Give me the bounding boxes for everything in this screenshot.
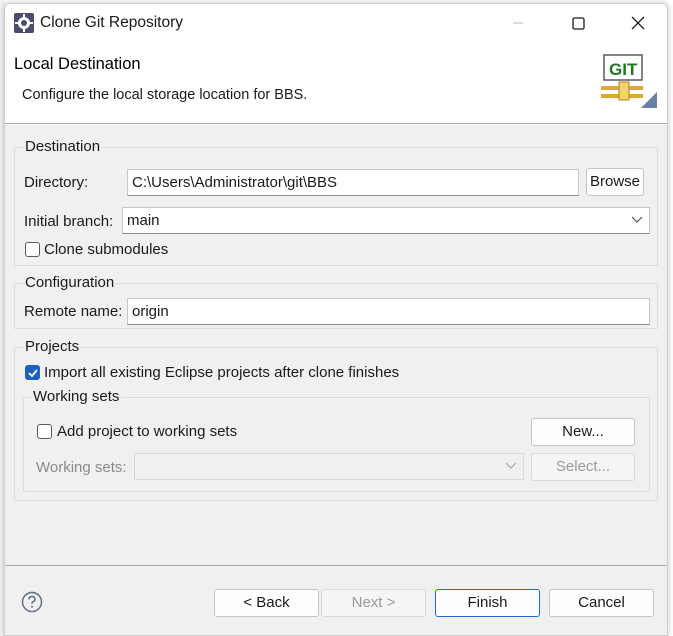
window-title: Clone Git Repository xyxy=(40,14,184,31)
projects-group-label: Projects xyxy=(23,338,82,355)
wizard-banner: Local Destination Configure the local st… xyxy=(5,42,667,124)
browse-button[interactable]: Browse xyxy=(586,168,644,196)
working-sets-label: Working sets: xyxy=(36,459,127,476)
configuration-group-label: Configuration xyxy=(23,274,117,291)
finish-button[interactable]: Finish xyxy=(435,589,540,617)
clone-submodules-label: Clone submodules xyxy=(44,241,169,258)
maximize-button[interactable] xyxy=(555,4,601,42)
close-button[interactable] xyxy=(615,4,661,42)
remote-name-input[interactable]: origin xyxy=(127,298,650,325)
working-sets-select[interactable] xyxy=(134,453,524,480)
cancel-button[interactable]: Cancel xyxy=(549,589,654,617)
close-icon xyxy=(631,16,645,30)
clone-git-repository-dialog: Clone Git Repository Local Destination C… xyxy=(4,3,668,636)
select-working-sets-button[interactable]: Select... xyxy=(531,453,635,481)
initial-branch-label: Initial branch: xyxy=(24,213,114,230)
maximize-icon xyxy=(571,16,585,30)
git-wizard-icon: GIT xyxy=(601,54,657,108)
eclipse-app-icon xyxy=(14,13,34,33)
help-icon[interactable] xyxy=(21,591,43,613)
remote-name-label: Remote name: xyxy=(24,303,123,320)
chevron-down-icon xyxy=(631,216,643,223)
page-description: Configure the local storage location for… xyxy=(22,87,308,103)
checkmark-icon xyxy=(28,369,38,378)
add-to-working-sets-label: Add project to working sets xyxy=(57,423,238,440)
directory-input[interactable]: C:\Users\Administrator\git\BBS xyxy=(127,169,579,196)
git-logo-text: GIT xyxy=(609,60,638,79)
next-button[interactable]: Next > xyxy=(321,589,426,617)
add-to-working-sets-checkbox[interactable] xyxy=(37,424,52,439)
initial-branch-value: main xyxy=(127,212,160,229)
minimize-icon xyxy=(513,22,523,24)
destination-group-label: Destination xyxy=(23,138,103,155)
import-projects-label: Import all existing Eclipse projects aft… xyxy=(44,364,400,381)
import-projects-checkbox[interactable] xyxy=(25,365,40,380)
new-working-set-button[interactable]: New... xyxy=(531,418,635,446)
wizard-content: Destination Directory: C:\Users\Administ… xyxy=(5,125,667,565)
working-sets-group-label: Working sets xyxy=(31,388,122,405)
title-bar: Clone Git Repository xyxy=(5,4,667,42)
initial-branch-select[interactable]: main xyxy=(122,207,650,234)
minimize-button[interactable] xyxy=(495,4,541,42)
wizard-footer: < Back Next > Finish Cancel xyxy=(5,565,667,635)
directory-label: Directory: xyxy=(24,174,89,191)
back-button[interactable]: < Back xyxy=(214,589,319,617)
page-title: Local Destination xyxy=(14,55,141,73)
clone-submodules-checkbox[interactable] xyxy=(25,242,40,257)
chevron-down-icon xyxy=(505,462,517,469)
